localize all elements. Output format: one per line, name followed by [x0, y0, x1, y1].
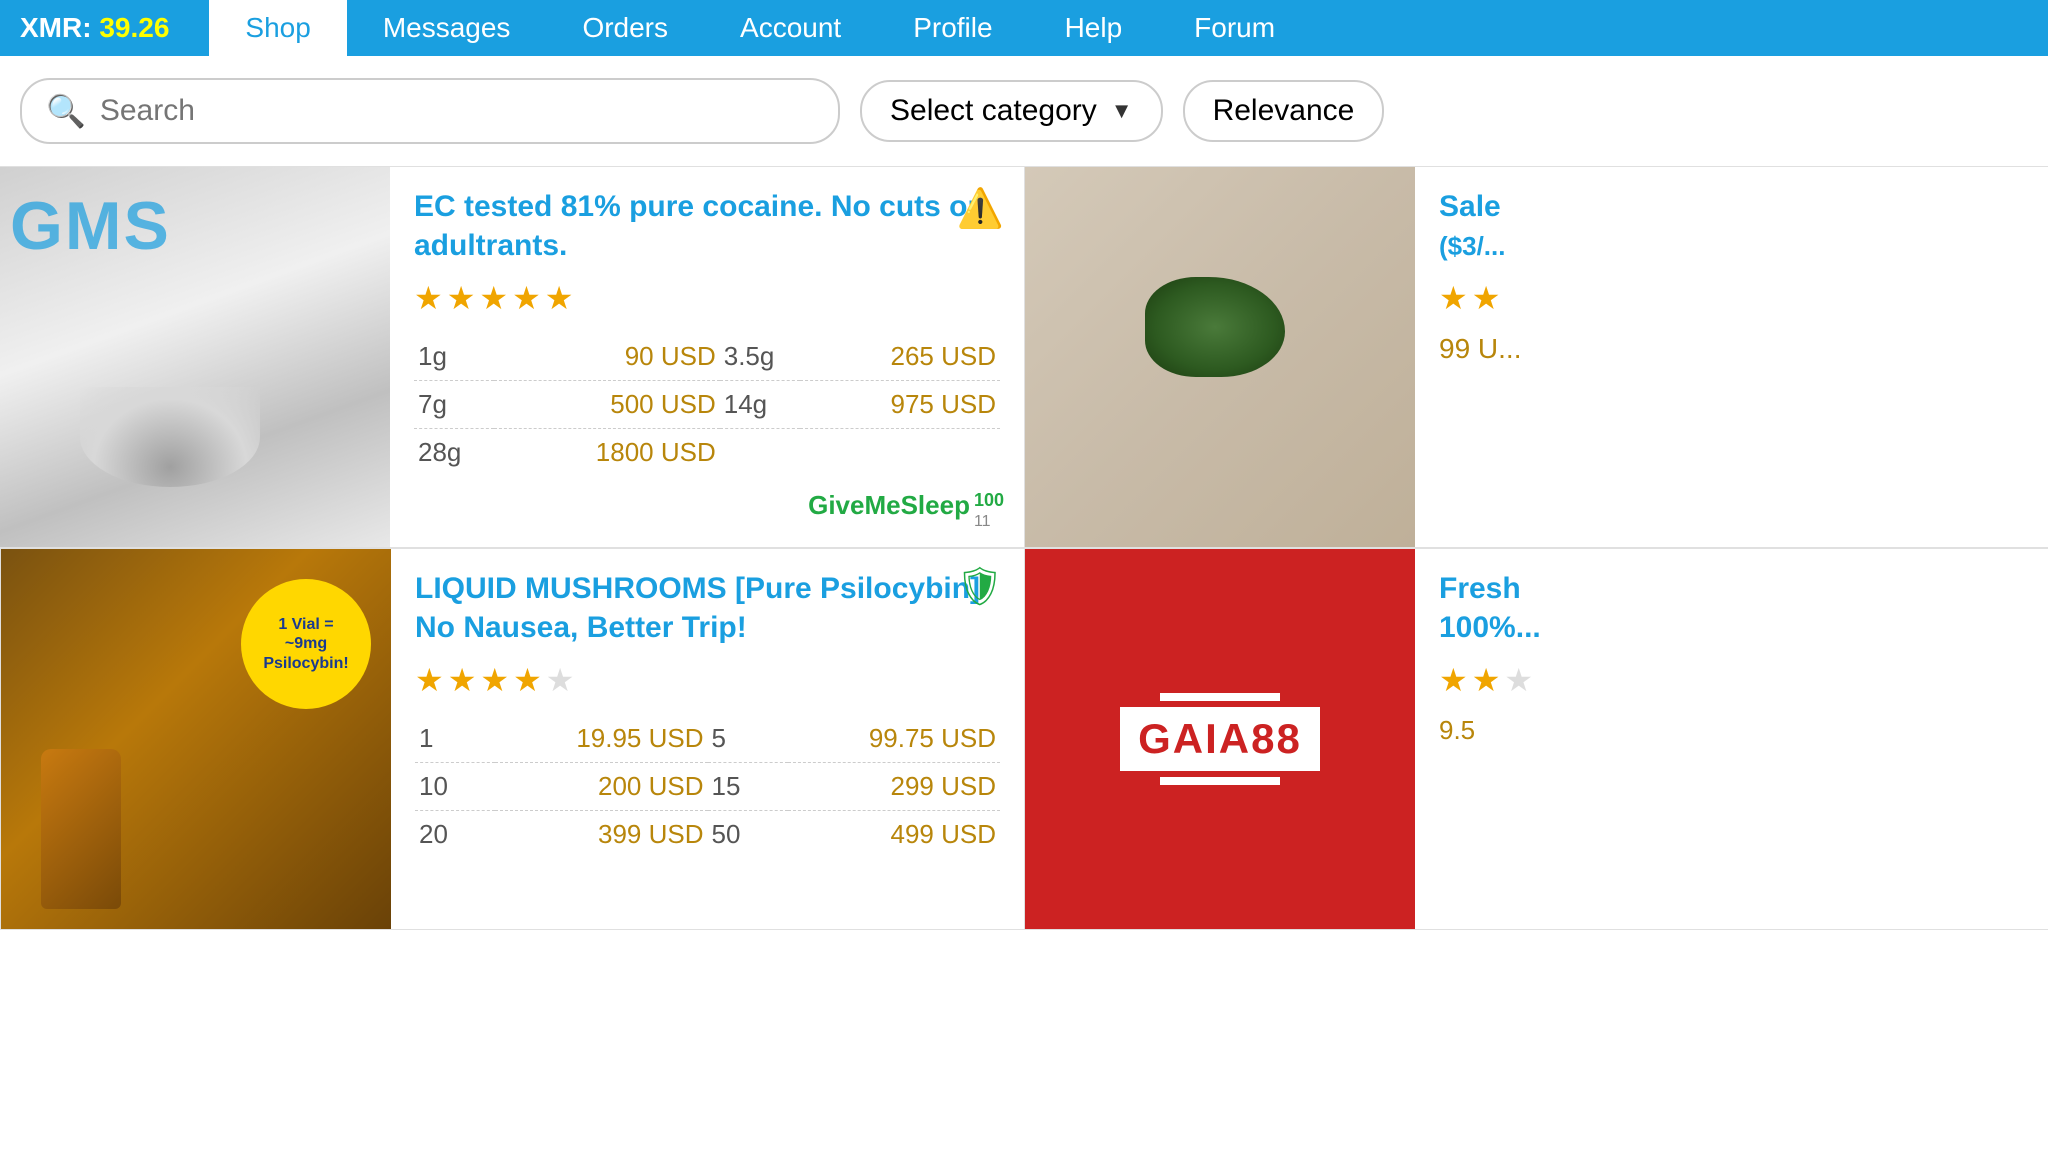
price-table-cocaine: 1g 90 USD 3.5g 265 USD 7g 500 USD 14g 97…: [414, 333, 1000, 476]
product-card-weed: Sale($3/... ★ ★ 99 U...: [1024, 166, 2048, 548]
product-stars-gaia: ★ ★ ★: [1439, 661, 2024, 699]
gaia-text: GAIA88: [1120, 707, 1320, 771]
seller-name-cocaine[interactable]: GiveMeSleep: [808, 490, 970, 521]
price-10: 200 USD: [495, 763, 708, 811]
star-3: ★: [480, 661, 509, 699]
seller-score-top-cocaine: 100: [974, 490, 1004, 511]
chevron-down-icon: ▼: [1111, 98, 1133, 124]
star-3: ★: [479, 279, 508, 317]
price-row: 10 200 USD 15 299 USD: [415, 763, 1000, 811]
product-title-mushrooms[interactable]: LIQUID MUSHROOMS [Pure Psilocybin] No Na…: [415, 569, 1000, 647]
xmr-balance: XMR: 39.26: [20, 12, 169, 44]
product-card-cocaine: GMS EC tested 81% pure cocaine. No cuts …: [0, 166, 1024, 548]
star-2: ★: [1472, 661, 1501, 699]
relevance-label: Relevance: [1213, 94, 1355, 128]
star-4: ★: [512, 279, 541, 317]
qty-50: 50: [708, 811, 788, 859]
product-stars-weed: ★ ★: [1439, 279, 2024, 317]
star-3: ★: [1504, 661, 1533, 699]
product-stars-cocaine: ★ ★ ★ ★ ★: [414, 279, 1000, 317]
star-1: ★: [414, 279, 443, 317]
qty-empty: [720, 429, 800, 477]
nav-forum[interactable]: Forum: [1158, 0, 1311, 56]
nav-help[interactable]: Help: [1029, 0, 1159, 56]
price-28g: 1800 USD: [494, 429, 720, 477]
navigation: XMR: 39.26 Shop Messages Orders Account …: [0, 0, 2048, 56]
relevance-dropdown[interactable]: Relevance: [1183, 80, 1385, 142]
price-row: 1 19.95 USD 5 99.75 USD: [415, 715, 1000, 763]
seller-score-bot-cocaine: 11: [974, 513, 1004, 531]
seller-info-cocaine: GiveMeSleep 100 11: [808, 490, 1004, 531]
nav-account[interactable]: Account: [704, 0, 877, 56]
product-info-gaia: Fresh100%... ★ ★ ★ 9.5: [1415, 549, 2048, 929]
search-input[interactable]: [100, 94, 814, 128]
gaia-logo: GAIA88: [1120, 693, 1320, 785]
price-1g: 90 USD: [494, 333, 720, 381]
star-2: ★: [447, 279, 476, 317]
qty-28g: 28g: [414, 429, 494, 477]
category-dropdown[interactable]: Select category ▼: [860, 80, 1163, 142]
warning-icon: ⚠️: [957, 187, 1004, 231]
product-price-weed: 99 U...: [1439, 333, 2024, 365]
qty-1g: 1g: [414, 333, 494, 381]
product-info-weed: Sale($3/... ★ ★ 99 U...: [1415, 167, 2048, 547]
nav-shop[interactable]: Shop: [209, 0, 346, 56]
star-1: ★: [1439, 661, 1468, 699]
shield-check-icon: 🛡: [956, 565, 1004, 609]
product-image-cocaine[interactable]: GMS: [0, 167, 390, 547]
price-row: 7g 500 USD 14g 975 USD: [414, 381, 1000, 429]
mushroom-badge: 1 Vial =~9mgPsilocybin!: [241, 579, 371, 709]
product-card-gaia: GAIA88 Fresh100%... ★ ★ ★ 9.5: [1024, 548, 2048, 930]
qty-10: 10: [415, 763, 495, 811]
star-5: ★: [546, 661, 575, 699]
price-20: 399 USD: [495, 811, 708, 859]
product-image-weed[interactable]: [1025, 167, 1415, 547]
product-card-mushrooms: 1 Vial =~9mgPsilocybin! LIQUID MUSHROOMS…: [0, 548, 1024, 930]
star-1: ★: [415, 661, 444, 699]
price-35g: 265 USD: [800, 333, 1000, 381]
qty-1: 1: [415, 715, 495, 763]
star-2: ★: [1472, 279, 1501, 317]
qty-20: 20: [415, 811, 495, 859]
qty-35g: 3.5g: [720, 333, 800, 381]
price-15: 299 USD: [788, 763, 1001, 811]
search-bar: 🔍 Select category ▼ Relevance: [0, 56, 2048, 166]
product-title-weed[interactable]: Sale($3/...: [1439, 187, 2024, 265]
search-icon: 🔍: [46, 92, 86, 130]
price-row: 1g 90 USD 3.5g 265 USD: [414, 333, 1000, 381]
nav-profile[interactable]: Profile: [877, 0, 1028, 56]
star-5: ★: [545, 279, 574, 317]
price-50: 499 USD: [788, 811, 1001, 859]
product-image-mushrooms[interactable]: 1 Vial =~9mgPsilocybin!: [1, 549, 391, 929]
category-label: Select category: [890, 94, 1097, 128]
nav-messages[interactable]: Messages: [347, 0, 547, 56]
star-1: ★: [1439, 279, 1468, 317]
price-empty: [800, 429, 1000, 477]
qty-14g: 14g: [720, 381, 800, 429]
product-stars-mushrooms: ★ ★ ★ ★ ★: [415, 661, 1000, 699]
price-7g: 500 USD: [494, 381, 720, 429]
price-14g: 975 USD: [800, 381, 1000, 429]
price-5: 99.75 USD: [788, 715, 1001, 763]
qty-7g: 7g: [414, 381, 494, 429]
price-row: 28g 1800 USD: [414, 429, 1000, 477]
star-4: ★: [513, 661, 542, 699]
star-2: ★: [448, 661, 477, 699]
price-1: 19.95 USD: [495, 715, 708, 763]
product-title-cocaine[interactable]: EC tested 81% pure cocaine. No cuts or a…: [414, 187, 1000, 265]
product-image-overlay: GMS: [10, 187, 171, 265]
price-table-mushrooms: 1 19.95 USD 5 99.75 USD 10 200 USD 15 29…: [415, 715, 1000, 858]
product-title-gaia[interactable]: Fresh100%...: [1439, 569, 2024, 647]
search-box: 🔍: [20, 78, 840, 144]
nav-orders[interactable]: Orders: [546, 0, 704, 56]
product-grid: GMS EC tested 81% pure cocaine. No cuts …: [0, 166, 2048, 930]
qty-15: 15: [708, 763, 788, 811]
nav-links: Shop Messages Orders Account Profile Hel…: [209, 0, 1311, 56]
product-price-gaia: 9.5: [1439, 715, 2024, 746]
qty-5: 5: [708, 715, 788, 763]
product-info-cocaine: EC tested 81% pure cocaine. No cuts or a…: [390, 167, 1024, 547]
price-row: 20 399 USD 50 499 USD: [415, 811, 1000, 859]
product-info-mushrooms: LIQUID MUSHROOMS [Pure Psilocybin] No Na…: [391, 549, 1024, 929]
product-image-gaia[interactable]: GAIA88: [1025, 549, 1415, 929]
